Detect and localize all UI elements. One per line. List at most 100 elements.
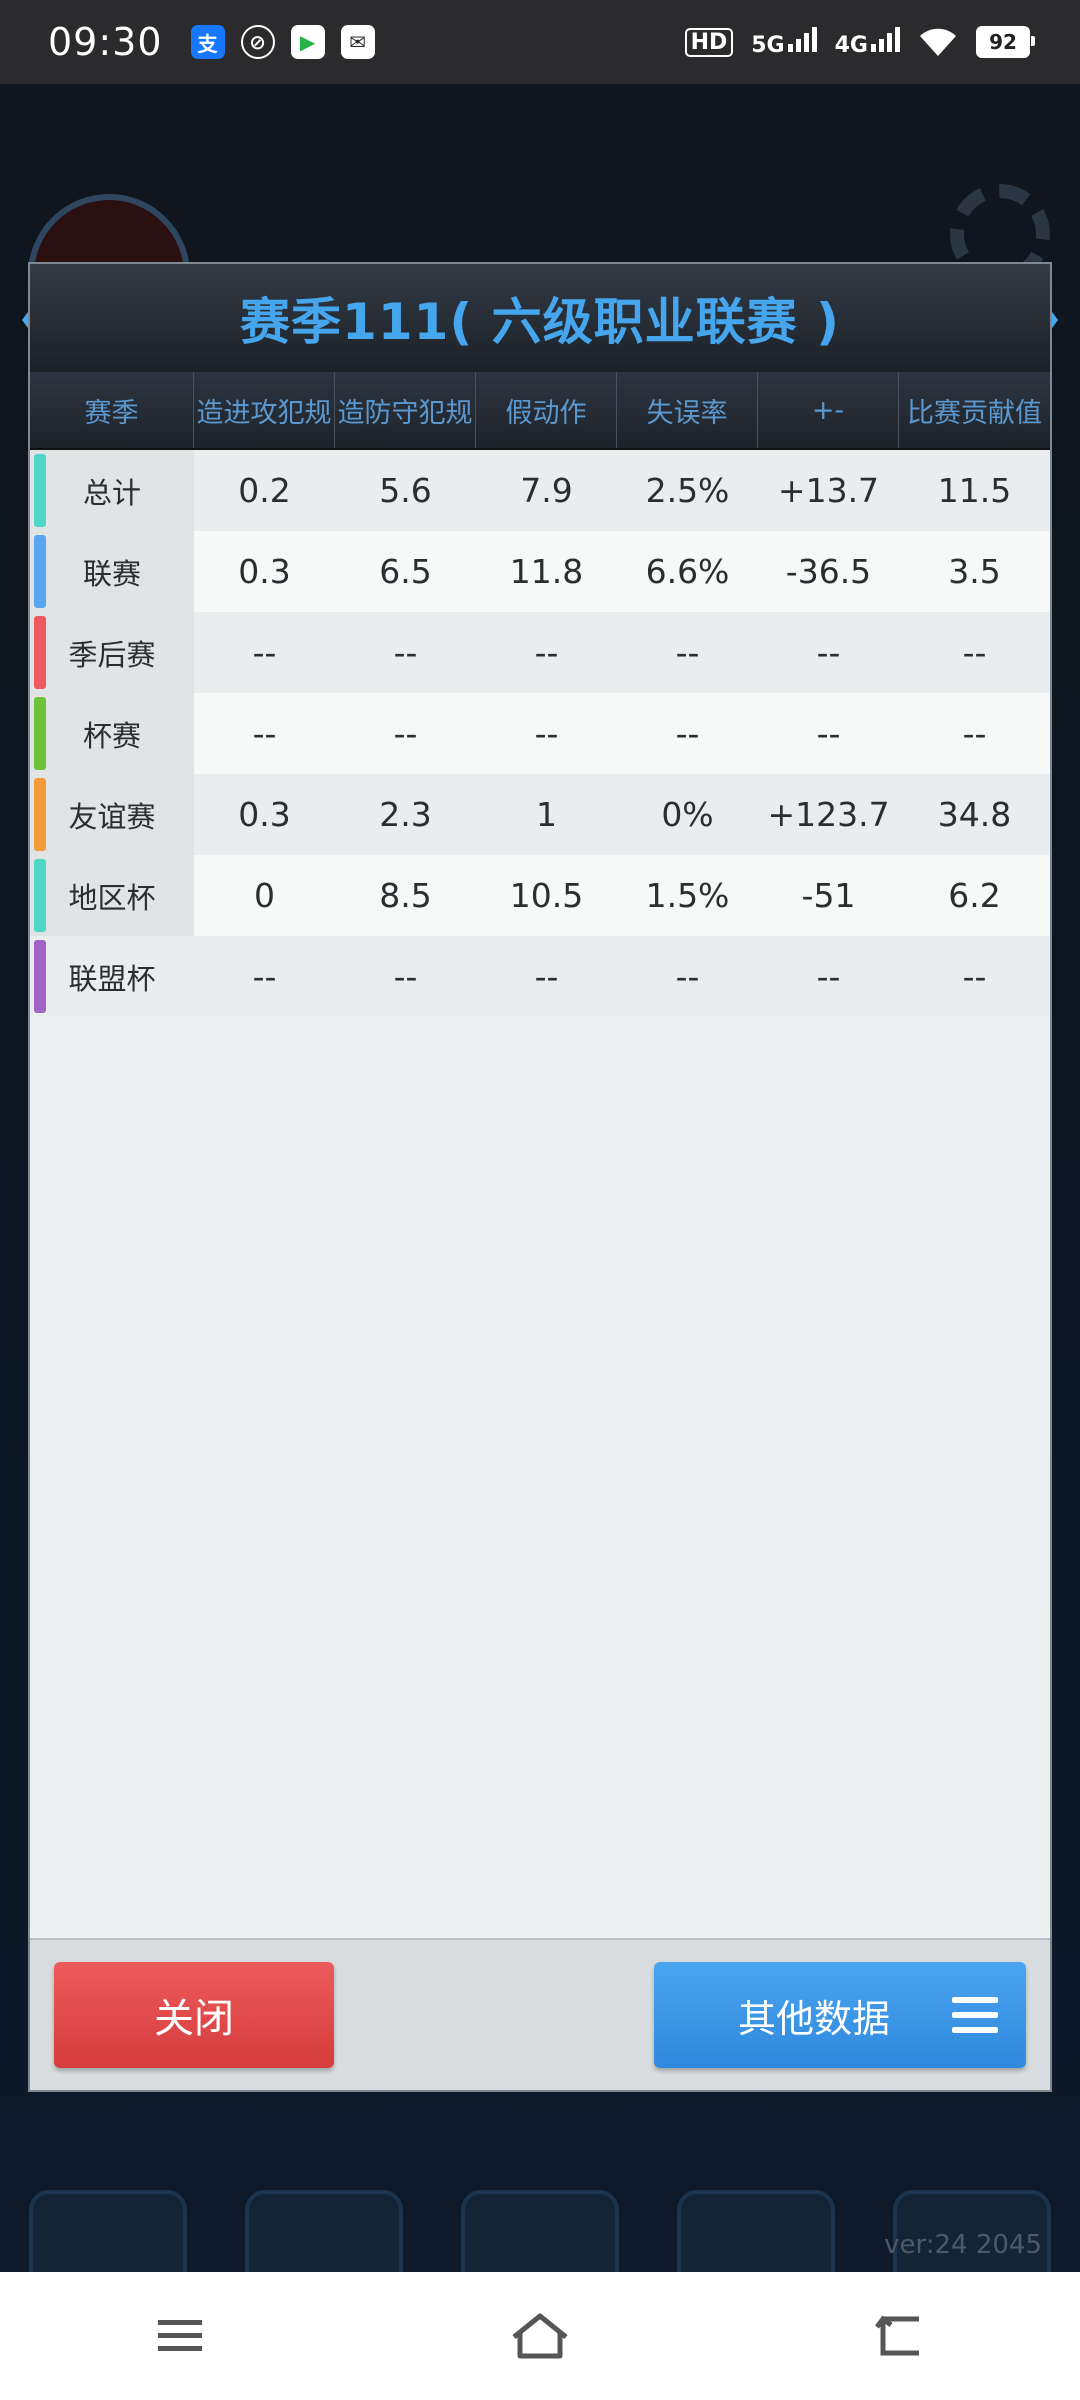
other-data-button-label: 其他数据 bbox=[738, 1996, 891, 2041]
row-label-text: 地区杯 bbox=[68, 880, 156, 915]
table-row[interactable]: 联盟杯 -- -- -- -- -- -- bbox=[30, 936, 1050, 1017]
table-cell: -- bbox=[393, 714, 418, 753]
table-cell: -- bbox=[675, 633, 700, 672]
other-data-button[interactable]: 其他数据 bbox=[654, 1962, 1026, 2068]
table-cell: -- bbox=[816, 714, 841, 753]
table-cell: -51 bbox=[801, 876, 856, 915]
table-cell: 0 bbox=[254, 876, 275, 915]
row-label-text: 联赛 bbox=[82, 556, 141, 591]
table-cell: 11.5 bbox=[937, 471, 1012, 510]
system-indicators: HD 5G 4G 92 bbox=[684, 26, 1035, 58]
recent-apps-button[interactable] bbox=[130, 2296, 230, 2376]
row-color-stripe bbox=[34, 940, 46, 1013]
column-header[interactable]: 造防守犯规 bbox=[335, 372, 476, 448]
table-cell: -- bbox=[252, 714, 277, 753]
table-cell: -- bbox=[675, 957, 700, 996]
table-cell: 1 bbox=[536, 795, 557, 834]
table-cell: +123.7 bbox=[767, 795, 890, 834]
row-color-stripe bbox=[34, 616, 46, 689]
menu-icon bbox=[952, 1997, 998, 2033]
row-label-text: 联盟杯 bbox=[68, 961, 156, 996]
table-row[interactable]: 杯赛 -- -- -- -- -- -- bbox=[30, 693, 1050, 774]
back-button[interactable] bbox=[850, 2296, 950, 2376]
version-label: ver:24 2045 bbox=[884, 2230, 1042, 2260]
table-cell: 8.5 bbox=[379, 876, 432, 915]
signal-4g-icon: 4G bbox=[835, 26, 900, 58]
column-header[interactable]: 赛季 bbox=[30, 372, 194, 448]
table-cell: -- bbox=[962, 957, 987, 996]
table-row[interactable]: 联赛 0.3 6.5 11.8 6.6% -36.5 3.5 bbox=[30, 531, 1050, 612]
table-cell: -- bbox=[675, 714, 700, 753]
table-cell: 5.6 bbox=[379, 471, 432, 510]
row-color-stripe bbox=[34, 454, 46, 527]
row-label: 联盟杯 bbox=[30, 936, 194, 1017]
table-cell: 3.5 bbox=[948, 552, 1001, 591]
column-header[interactable]: 比赛贡献值 bbox=[899, 372, 1050, 448]
signal-5g-icon: 5G bbox=[751, 26, 817, 58]
table-row[interactable]: 季后赛 -- -- -- -- -- -- bbox=[30, 612, 1050, 693]
table-cell: 1.5% bbox=[645, 876, 730, 915]
table-header: 赛季 造进攻犯规 造防守犯规 假动作 失误率 +- 比赛贡献值 bbox=[30, 372, 1050, 450]
menu-lines-icon bbox=[158, 2320, 202, 2351]
row-label: 总计 bbox=[30, 450, 194, 531]
table-row[interactable]: 地区杯 0 8.5 10.5 1.5% -51 6.2 bbox=[30, 855, 1050, 936]
row-label: 地区杯 bbox=[30, 855, 194, 936]
row-label: 杯赛 bbox=[30, 693, 194, 774]
table-cell: -- bbox=[962, 633, 987, 672]
status-time: 09:30 bbox=[48, 20, 163, 64]
home-icon bbox=[512, 2313, 568, 2359]
back-icon bbox=[875, 2315, 919, 2356]
table-cell: -- bbox=[534, 714, 559, 753]
table-row[interactable]: 总计 0.2 5.6 7.9 2.5% +13.7 11.5 bbox=[30, 450, 1050, 531]
table-cell: +13.7 bbox=[777, 471, 880, 510]
row-color-stripe bbox=[34, 697, 46, 770]
table-cell: 0% bbox=[661, 795, 714, 834]
message-app-icon: ✉ bbox=[340, 25, 375, 59]
row-label-text: 杯赛 bbox=[82, 718, 141, 753]
row-label: 季后赛 bbox=[30, 612, 194, 693]
table-cell: 7.9 bbox=[520, 471, 573, 510]
row-label: 友谊赛 bbox=[30, 774, 194, 855]
table-row[interactable]: 友谊赛 0.3 2.3 1 0% +123.7 34.8 bbox=[30, 774, 1050, 855]
table-cell: 34.8 bbox=[937, 795, 1012, 834]
close-button[interactable]: 关闭 bbox=[54, 1962, 334, 2068]
table-cell: 10.5 bbox=[509, 876, 584, 915]
close-button-label: 关闭 bbox=[154, 1996, 234, 2042]
table-cell: 2.5% bbox=[645, 471, 730, 510]
row-color-stripe bbox=[34, 778, 46, 851]
home-button[interactable] bbox=[490, 2296, 590, 2376]
table-cell: 11.8 bbox=[509, 552, 584, 591]
alipay-icon: 支 bbox=[190, 25, 225, 59]
column-header[interactable]: 假动作 bbox=[476, 372, 617, 448]
table-cell: 6.2 bbox=[948, 876, 1001, 915]
loop-app-icon: ⊘ bbox=[240, 25, 275, 59]
notification-icons: 支 ⊘ ▶ ✉ bbox=[190, 25, 375, 59]
table-cell: -- bbox=[534, 957, 559, 996]
table-cell: -- bbox=[962, 714, 987, 753]
dialog-header: 赛季111( 六级职业联赛 ) bbox=[30, 264, 1050, 374]
table-cell: -36.5 bbox=[785, 552, 872, 591]
table-cell: 0.2 bbox=[238, 471, 291, 510]
table-cell: -- bbox=[393, 957, 418, 996]
table-cell: 6.6% bbox=[645, 552, 730, 591]
column-header[interactable]: +- bbox=[758, 372, 899, 448]
row-color-stripe bbox=[34, 859, 46, 932]
table-cell: 6.5 bbox=[379, 552, 432, 591]
table-cell: -- bbox=[816, 633, 841, 672]
row-label-text: 季后赛 bbox=[68, 637, 156, 672]
row-label-text: 友谊赛 bbox=[68, 799, 156, 834]
column-header[interactable]: 造进攻犯规 bbox=[194, 372, 335, 448]
hd-indicator: HD bbox=[684, 27, 734, 57]
table-cell: -- bbox=[252, 957, 277, 996]
column-header[interactable]: 失误率 bbox=[617, 372, 758, 448]
table-cell: -- bbox=[252, 633, 277, 672]
table-cell: -- bbox=[534, 633, 559, 672]
table-body: 总计 0.2 5.6 7.9 2.5% +13.7 11.5 联赛 0.3 6.5 11.8 6.6%… bbox=[30, 450, 1050, 1017]
table-cell: -- bbox=[816, 957, 841, 996]
row-label-text: 总计 bbox=[82, 475, 141, 510]
row-label: 联赛 bbox=[30, 531, 194, 612]
table-cell: 2.3 bbox=[379, 795, 432, 834]
table-cell: 0.3 bbox=[238, 795, 291, 834]
stats-table: 赛季 造进攻犯规 造防守犯规 假动作 失误率 +- 比赛贡献值 总计 0.2 5.6… bbox=[30, 372, 1050, 1017]
season-stats-dialog: 赛季111( 六级职业联赛 ) 赛季 造进攻犯规 造防守犯规 假动作 失误率 +… bbox=[28, 262, 1052, 2092]
